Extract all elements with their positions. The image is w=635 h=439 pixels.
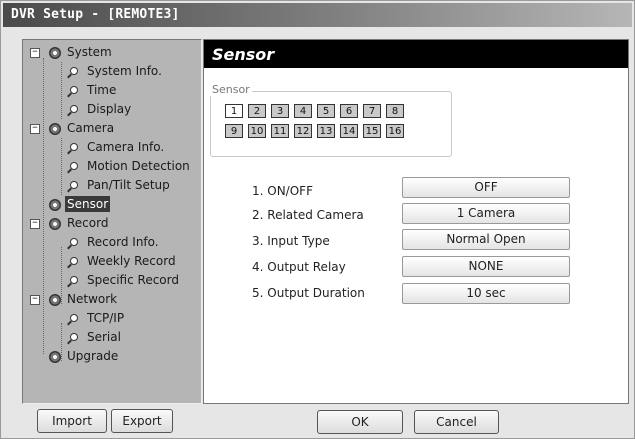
magnifier-icon (67, 67, 79, 79)
field-label-input-type: 3. Input Type (252, 234, 330, 248)
system-folder-icon (49, 47, 61, 59)
field-label-output-relay: 4. Output Relay (252, 260, 346, 274)
tree-item-camera-info[interactable]: Camera Info. (87, 139, 164, 155)
dvr-setup-window: DVR Setup - [REMOTE3] − System System In… (0, 0, 635, 439)
output-relay-button[interactable]: NONE (402, 256, 570, 277)
import-button[interactable]: Import (37, 409, 107, 433)
tree-item-sensor[interactable]: Sensor (65, 196, 111, 212)
camera-collapse-toggle[interactable]: − (30, 124, 40, 134)
tree-item-specific-record[interactable]: Specific Record (87, 272, 179, 288)
tree-line (61, 323, 62, 361)
panel-title: Sensor (212, 45, 275, 64)
input-type-button[interactable]: Normal Open (402, 229, 570, 250)
sensor-group-label: Sensor (210, 83, 252, 96)
sensor-button-8[interactable]: 8 (386, 104, 404, 118)
field-label-on-off: 1. ON/OFF (252, 184, 313, 198)
sensor-folder-icon (49, 199, 61, 211)
tree-item-pan-tilt-setup[interactable]: Pan/Tilt Setup (87, 177, 170, 193)
tree-item-system-info[interactable]: System Info. (87, 63, 162, 79)
sensor-button-6[interactable]: 6 (340, 104, 358, 118)
magnifier-icon (67, 162, 79, 174)
settings-tree: − System System Info. Time Display − Cam… (22, 39, 202, 404)
magnifier-icon (67, 238, 79, 250)
tree-item-camera[interactable]: Camera (67, 120, 114, 136)
sensor-button-11[interactable]: 11 (271, 124, 289, 138)
upgrade-folder-icon (49, 351, 61, 363)
window-title: DVR Setup - [REMOTE3] (11, 7, 180, 22)
tree-line (61, 138, 62, 195)
ok-button[interactable]: OK (317, 410, 403, 434)
system-collapse-toggle[interactable]: − (30, 48, 40, 58)
panel-header: Sensor (204, 40, 628, 68)
camera-folder-icon (49, 123, 61, 135)
sensor-button-16[interactable]: 16 (386, 124, 404, 138)
sensor-button-12[interactable]: 12 (294, 124, 312, 138)
export-button[interactable]: Export (111, 409, 173, 433)
tree-item-tcp-ip[interactable]: TCP/IP (87, 310, 124, 326)
sensor-button-15[interactable]: 15 (363, 124, 381, 138)
network-folder-icon (49, 294, 61, 306)
sensor-button-2[interactable]: 2 (248, 104, 266, 118)
magnifier-icon (67, 314, 79, 326)
magnifier-icon (67, 143, 79, 155)
magnifier-icon (67, 276, 79, 288)
tree-line (61, 62, 62, 119)
tree-item-display[interactable]: Display (87, 101, 131, 117)
magnifier-icon (67, 86, 79, 98)
sensor-button-3[interactable]: 3 (271, 104, 289, 118)
on-off-button[interactable]: OFF (402, 177, 570, 198)
sensor-button-7[interactable]: 7 (363, 104, 381, 118)
sensor-button-9[interactable]: 9 (225, 124, 243, 138)
tree-item-upgrade[interactable]: Upgrade (67, 348, 118, 364)
tree-item-weekly-record[interactable]: Weekly Record (87, 253, 176, 269)
tree-line (61, 247, 62, 304)
settings-panel: Sensor Sensor 1 2 3 4 5 6 7 8 9 10 11 12 13 14 15 16 1.… (203, 39, 629, 404)
magnifier-icon (67, 105, 79, 117)
tree-item-record-info[interactable]: Record Info. (87, 234, 159, 250)
sensor-button-14[interactable]: 14 (340, 124, 358, 138)
record-collapse-toggle[interactable]: − (30, 219, 40, 229)
tree-line (43, 58, 44, 354)
tree-item-serial[interactable]: Serial (87, 329, 121, 345)
tree-item-network[interactable]: Network (67, 291, 117, 307)
tree-item-time[interactable]: Time (87, 82, 116, 98)
related-camera-button[interactable]: 1 Camera (402, 203, 570, 224)
magnifier-icon (67, 333, 79, 345)
network-collapse-toggle[interactable]: − (30, 295, 40, 305)
output-duration-button[interactable]: 10 sec (402, 283, 570, 304)
record-folder-icon (49, 218, 61, 230)
tree-item-motion-detection[interactable]: Motion Detection (87, 158, 190, 174)
sensor-button-13[interactable]: 13 (317, 124, 335, 138)
sensor-button-10[interactable]: 10 (248, 124, 266, 138)
sensor-button-1[interactable]: 1 (225, 104, 243, 118)
sensor-button-4[interactable]: 4 (294, 104, 312, 118)
sensor-button-5[interactable]: 5 (317, 104, 335, 118)
tree-item-system[interactable]: System (67, 44, 112, 60)
magnifier-icon (67, 181, 79, 193)
title-bar: DVR Setup - [REMOTE3] (3, 3, 632, 27)
field-label-output-duration: 5. Output Duration (252, 286, 365, 300)
magnifier-icon (67, 257, 79, 269)
tree-item-record[interactable]: Record (67, 215, 108, 231)
field-label-related-camera: 2. Related Camera (252, 208, 364, 222)
cancel-button[interactable]: Cancel (414, 410, 499, 434)
